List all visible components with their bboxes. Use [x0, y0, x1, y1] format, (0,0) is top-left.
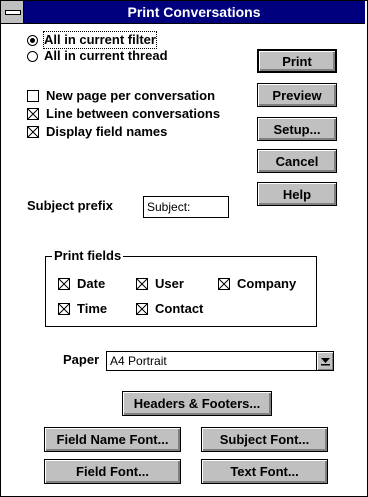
x-check-icon[interactable] — [58, 278, 70, 290]
checkbox-date[interactable]: Date — [58, 276, 105, 292]
checkbox-time-label: Time — [77, 301, 108, 316]
system-menu-button[interactable] — [1, 1, 24, 23]
checkbox-new-page-label: New page per conversation — [46, 88, 216, 103]
paper-select[interactable]: A4 Portrait — [106, 351, 334, 371]
checkbox-user[interactable]: User — [136, 276, 184, 292]
x-check-icon[interactable] — [58, 303, 70, 315]
checkbox-new-page[interactable]: New page per conversation — [27, 88, 215, 104]
checkbox-contact-label: Contact — [155, 301, 204, 316]
print-button[interactable]: Print — [257, 49, 337, 73]
subject-prefix-input[interactable]: Subject: — [143, 196, 229, 218]
help-button[interactable]: Help — [257, 182, 337, 206]
radio-circle-icon[interactable] — [27, 50, 38, 62]
checkbox-date-label: Date — [77, 276, 106, 291]
radio-all-in-thread-label: All in current thread — [44, 48, 168, 63]
checkbox-display-field-names[interactable]: Display field names — [27, 124, 167, 140]
headers-footers-button[interactable]: Headers & Footers... — [122, 391, 272, 416]
radio-all-in-filter-label: All in current filter — [43, 31, 157, 49]
cancel-button[interactable]: Cancel — [257, 149, 337, 173]
checkbox-company[interactable]: Company — [218, 276, 296, 292]
paper-label: Paper — [63, 352, 100, 367]
checkbox-display-field-names-label: Display field names — [46, 124, 168, 139]
dropdown-arrow-icon[interactable] — [316, 352, 333, 370]
subject-font-button[interactable]: Subject Font... — [201, 427, 328, 452]
x-check-icon[interactable] — [136, 303, 148, 315]
checkbox-user-label: User — [155, 276, 184, 291]
radio-all-in-thread[interactable]: All in current thread — [27, 48, 168, 64]
window-title: Print Conversations — [127, 4, 261, 20]
radio-dot-icon[interactable] — [27, 34, 38, 46]
preview-button[interactable]: Preview — [257, 83, 337, 107]
checkbox-empty-icon[interactable] — [27, 90, 39, 102]
x-check-icon[interactable] — [218, 278, 230, 290]
paper-select-value: A4 Portrait — [110, 354, 167, 368]
checkbox-company-label: Company — [237, 276, 297, 291]
x-check-icon[interactable] — [27, 108, 39, 120]
radio-all-in-filter[interactable]: All in current filter — [27, 31, 157, 49]
x-check-icon[interactable] — [136, 278, 148, 290]
system-menu-icon — [5, 10, 21, 15]
field-name-font-button[interactable]: Field Name Font... — [44, 427, 181, 452]
checkbox-line-between[interactable]: Line between conversations — [27, 106, 220, 122]
setup-button[interactable]: Setup... — [257, 117, 337, 141]
checkbox-time[interactable]: Time — [58, 301, 107, 317]
checkbox-contact[interactable]: Contact — [136, 301, 203, 317]
checkbox-line-between-label: Line between conversations — [46, 106, 221, 121]
text-font-button[interactable]: Text Font... — [201, 459, 328, 484]
x-check-icon[interactable] — [27, 126, 39, 138]
subject-prefix-label: Subject prefix — [27, 198, 113, 213]
print-fields-legend: Print fields — [52, 248, 124, 263]
field-font-button[interactable]: Field Font... — [44, 459, 181, 484]
